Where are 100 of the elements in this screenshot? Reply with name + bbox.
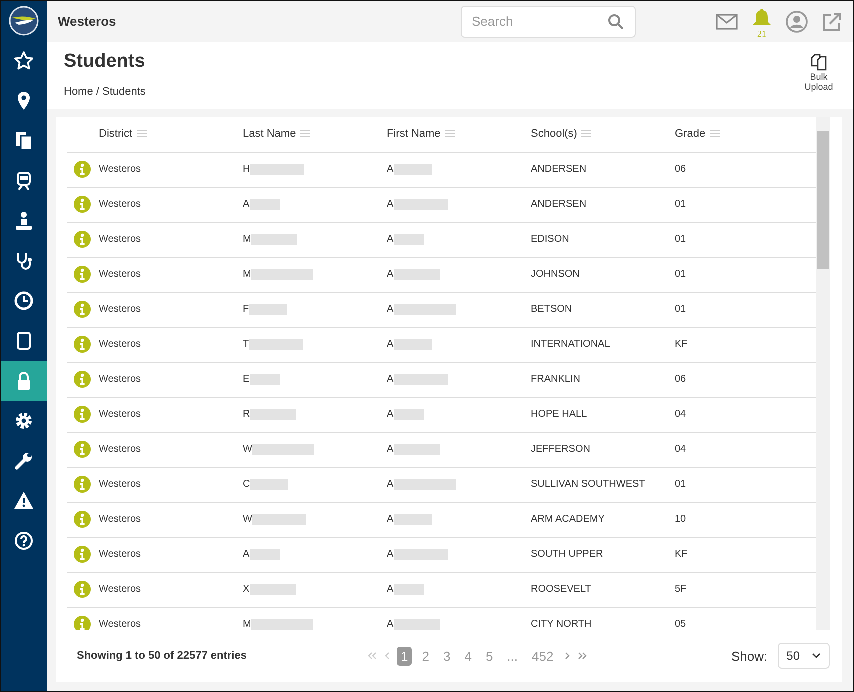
first-page-icon[interactable] [367,651,377,661]
column-header[interactable]: District [99,128,147,140]
user-avatar-icon[interactable] [786,10,808,32]
name-initial: M [243,234,252,245]
info-icon[interactable] [74,616,91,630]
redaction-blur [394,269,440,280]
name-initial: X [243,584,250,595]
redaction-blur [394,584,424,595]
settings-icon [14,411,34,431]
info-icon[interactable] [74,161,91,178]
table-cell: CITY NORTH [531,619,592,630]
redaction-blur [394,549,448,560]
name-initial: A [387,374,394,385]
table-cell: BETSON [531,304,572,315]
info-icon[interactable] [74,511,91,528]
name-initial: A [387,234,394,245]
redaction-blur [250,374,280,385]
name-initial: R [243,409,250,420]
name-initial: W [243,514,252,525]
table-cell: Westeros [99,514,142,525]
table-cell: Westeros [99,199,142,210]
redaction-blur [394,164,432,175]
page-size-select[interactable]: 50 [778,643,830,669]
sort-icon [444,130,455,138]
redaction-blur [250,409,296,420]
table-cell: ANDERSEN [531,199,587,210]
redaction-blur [251,269,314,280]
info-icon[interactable] [74,196,91,213]
sort-icon [581,130,592,138]
info-icon[interactable] [74,581,91,598]
table-cell: JEFFERSON [531,444,590,455]
column-header[interactable]: Last Name [243,128,310,140]
info-icon[interactable] [74,441,91,458]
table-cell: ARM ACADEMY [531,514,605,525]
sort-icon [300,130,310,138]
search-field[interactable]: Search [461,6,636,38]
info-icon[interactable] [74,371,91,388]
name-initial: A [387,199,394,210]
next-page-icon[interactable] [564,651,572,661]
table-cell: 04 [675,409,686,420]
info-icon[interactable] [74,476,91,493]
redaction-blur [252,514,306,525]
mail-icon[interactable] [716,12,738,30]
info-icon[interactable] [74,266,91,283]
documents-icon [14,131,34,151]
help-icon [14,531,34,551]
name-initial: A [387,164,394,175]
table-cell: 01 [675,304,686,315]
table-cell: JOHNSON [531,269,580,280]
table-cell: SOUTH UPPER [531,549,604,560]
bulk-upload-button[interactable]: Bulk Upload [802,42,836,92]
table-cell: SULLIVAN SOUTHWEST [531,479,646,490]
table-cell: FRANKLIN [531,374,580,385]
redaction-blur [394,514,432,525]
warning-icon [14,491,34,511]
redaction-blur [251,234,298,245]
table-cell: Westeros [99,409,142,420]
table-cell: Westeros [99,584,142,595]
info-icon[interactable] [74,406,91,423]
star-icon [14,51,34,71]
table-cell: HOPE HALL [531,409,588,420]
logo-icon [9,6,39,36]
redaction-blur [250,584,296,595]
table-cell: INTERNATIONAL [531,339,610,350]
breadcrumb: Home / Students [64,86,146,98]
redaction-blur [394,304,456,315]
redaction-blur [394,479,456,490]
external-link-icon[interactable] [822,12,842,32]
column-header[interactable]: Grade [675,128,720,140]
table-cell: Westeros [99,234,142,245]
info-icon[interactable] [74,336,91,353]
name-initial: W [243,444,252,455]
page-title: Students [64,50,146,74]
table-cell: 01 [675,234,686,245]
info-icon[interactable] [74,231,91,248]
stethoscope-icon [14,251,34,271]
sort-icon [710,130,720,138]
person-icon [14,211,34,231]
name-initial: E [243,374,250,385]
table-cell: Westeros [99,444,142,455]
table-cell: 01 [675,479,686,490]
name-initial: M [243,269,252,280]
previous-page-icon[interactable] [383,651,391,661]
info-icon[interactable] [74,301,91,318]
redaction-blur [250,164,304,175]
table-cell: 01 [675,199,686,210]
column-header[interactable]: First Name [387,128,455,140]
column-header[interactable]: School(s) [531,128,592,140]
name-initial: A [387,269,394,280]
name-initial: A [387,304,394,315]
table-cell: KF [675,549,688,560]
info-icon[interactable] [74,546,91,563]
name-initial: M [243,619,252,630]
last-page-icon[interactable] [578,651,588,661]
table-cell: Westeros [99,374,142,385]
name-initial: A [387,479,394,490]
copy-files-icon [809,52,829,72]
show-label: Show: [732,648,768,664]
table-cell: Westeros [99,479,142,490]
scrollbar[interactable] [816,117,830,630]
